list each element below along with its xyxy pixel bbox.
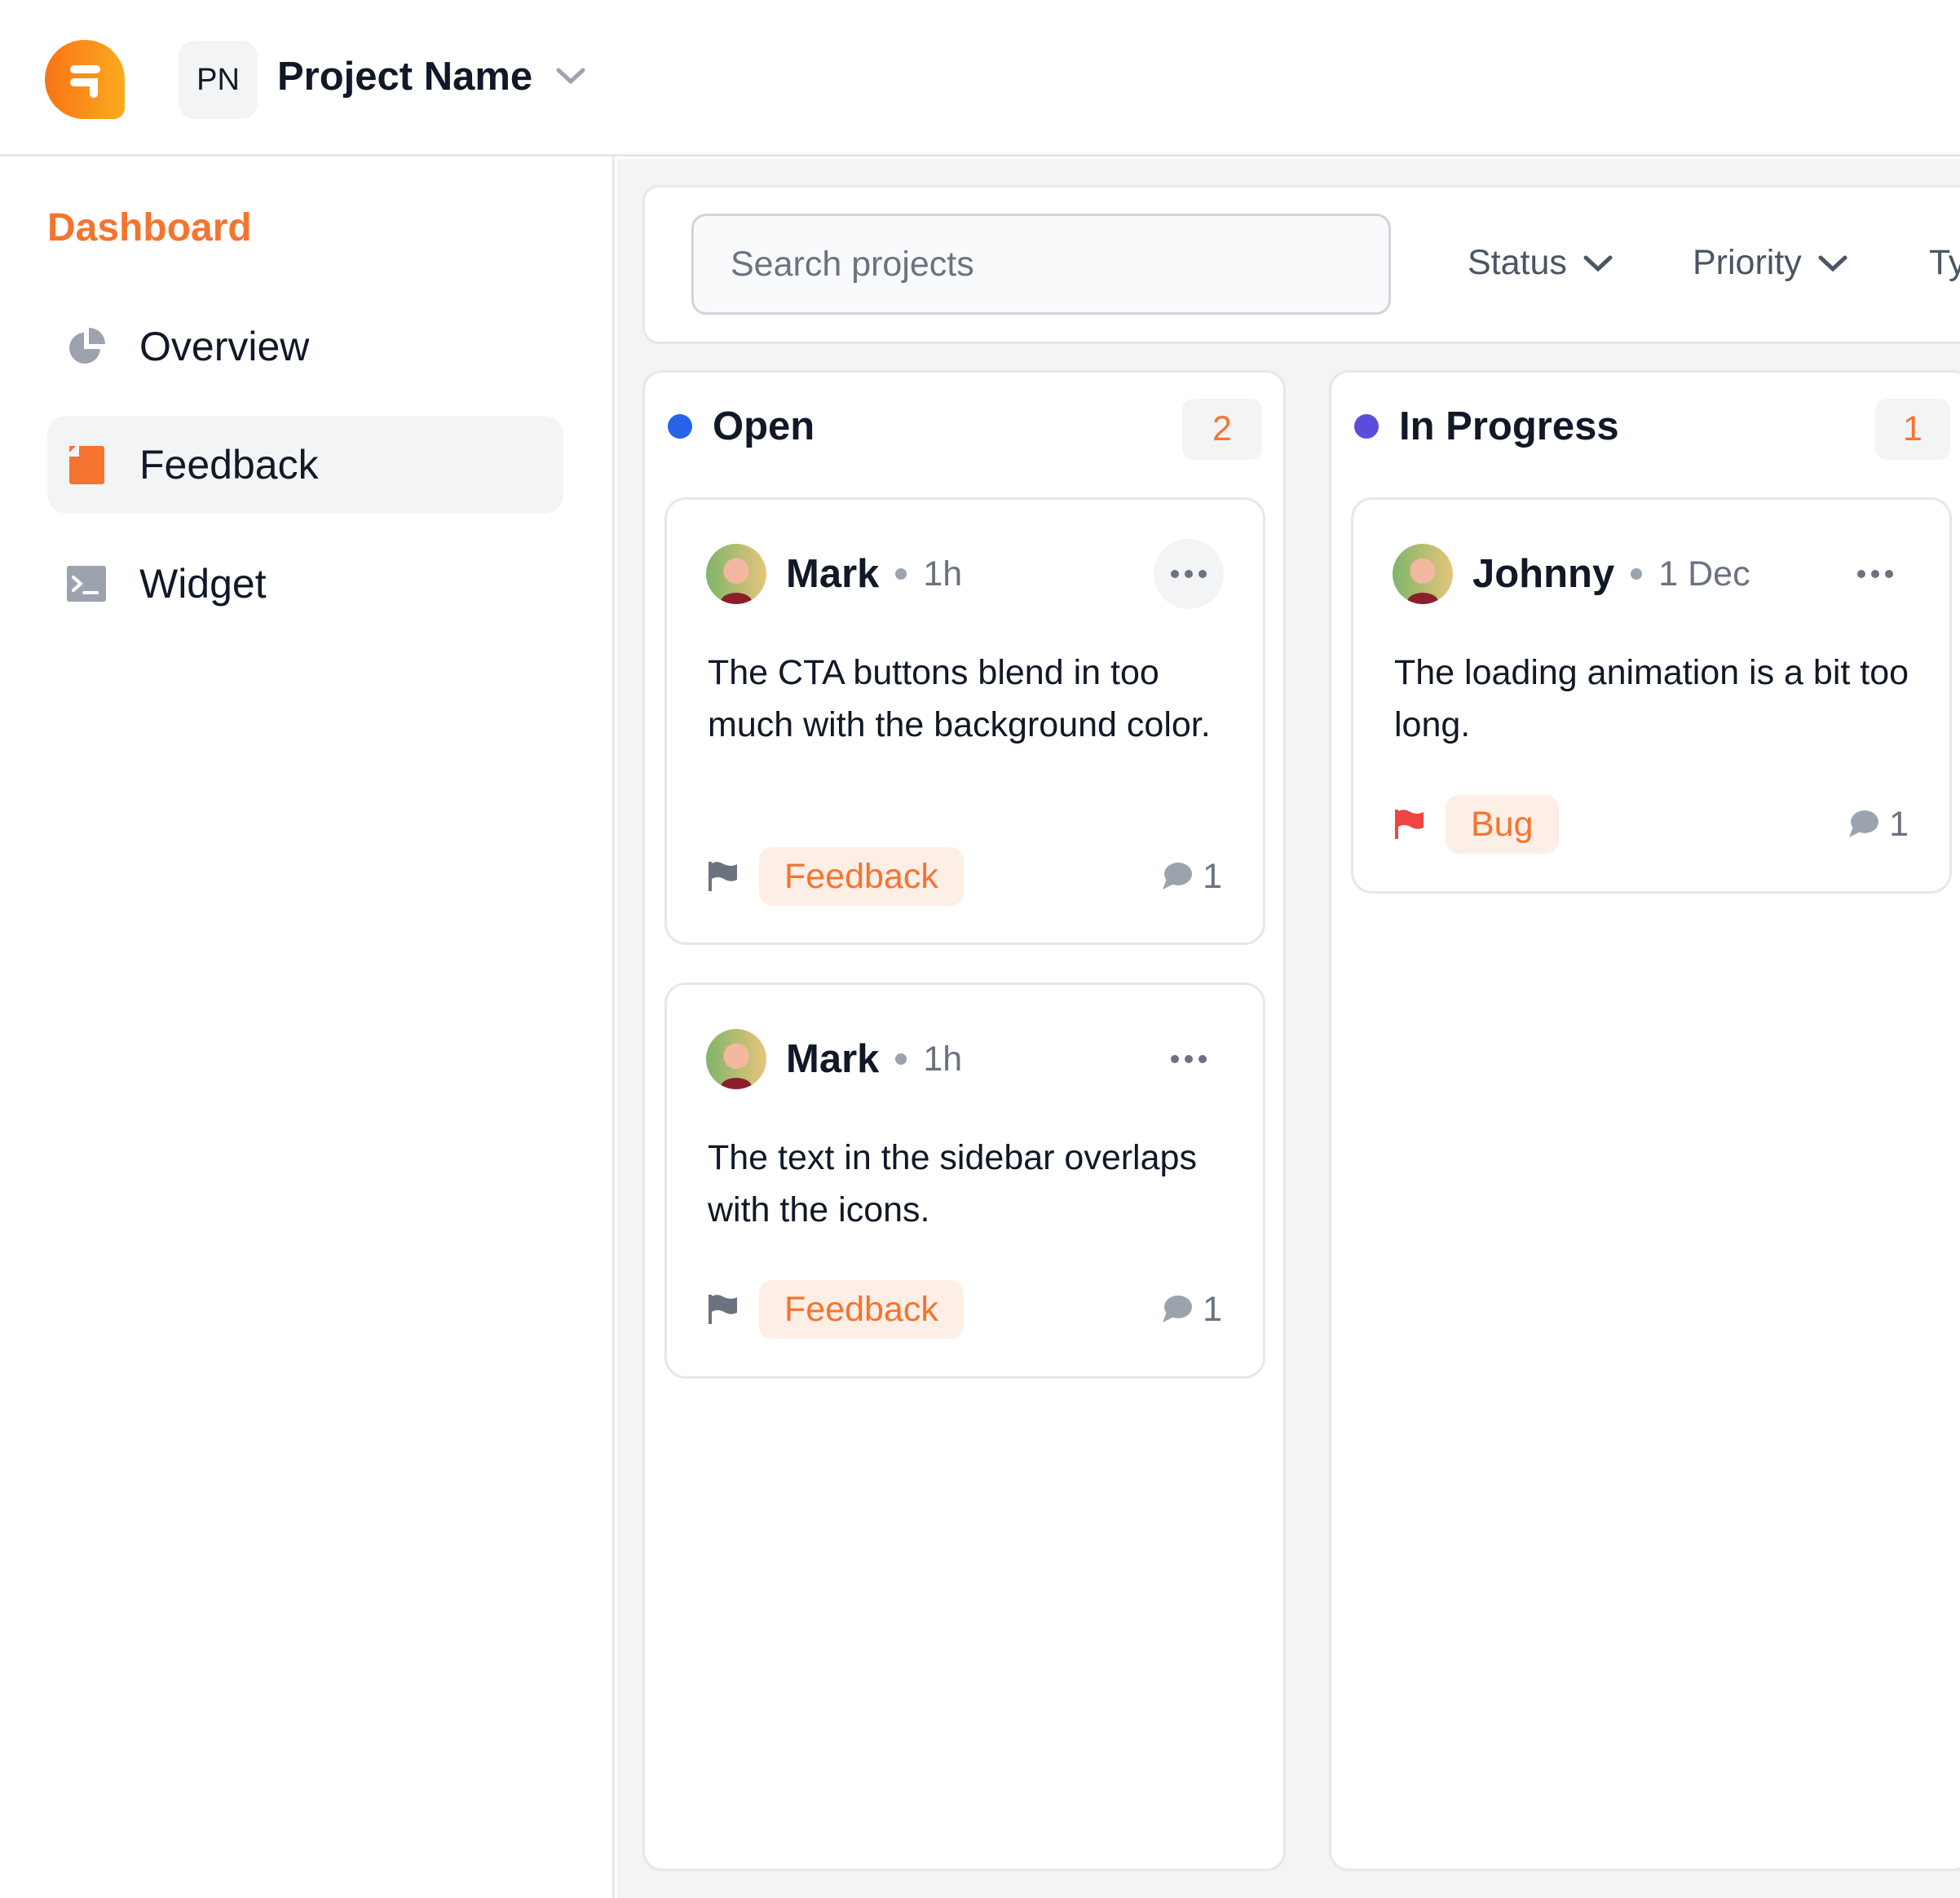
user-name: Johnny xyxy=(1472,552,1615,596)
comment-count[interactable]: 1 xyxy=(1847,805,1909,845)
avatar xyxy=(1393,544,1453,604)
project-name[interactable]: Project Name xyxy=(277,54,532,99)
filter-label: Priority xyxy=(1693,243,1802,282)
status-dot xyxy=(1354,414,1379,439)
chevron-down-icon xyxy=(1818,255,1847,271)
document-icon xyxy=(69,446,104,484)
timestamp: 1h xyxy=(923,1039,963,1079)
comment-count-value: 1 xyxy=(1203,1289,1222,1329)
comment-icon xyxy=(1849,810,1879,837)
tag-badge[interactable]: Feedback xyxy=(759,1280,964,1339)
comment-count[interactable]: 1 xyxy=(1160,1290,1222,1330)
more-options-button[interactable] xyxy=(1840,539,1910,609)
avatar xyxy=(706,544,766,604)
terminal-icon xyxy=(67,566,106,602)
comment-count-value: 1 xyxy=(1889,804,1909,844)
card-text: The text in the sidebar overlaps with th… xyxy=(708,1138,1197,1229)
status-dot xyxy=(668,414,692,439)
sidebar-item-feedback[interactable]: Feedback xyxy=(47,416,563,514)
feedback-card[interactable]: Mark 1h The CTA buttons blend in too much… xyxy=(664,497,1265,945)
avatar xyxy=(706,1029,766,1089)
flag-icon[interactable] xyxy=(1394,808,1425,841)
sidebar-item-widget[interactable]: Widget xyxy=(47,535,563,633)
timestamp: 1 Dec xyxy=(1658,554,1750,594)
app-logo[interactable] xyxy=(45,40,125,119)
more-options-button[interactable] xyxy=(1154,1024,1224,1094)
comment-icon xyxy=(1163,1295,1193,1322)
column-in-progress: In Progress 1 Johnny 1 Dec The loading an… xyxy=(1329,370,1960,1871)
search-input[interactable] xyxy=(691,214,1391,315)
type-filter[interactable]: Ty xyxy=(1929,243,1960,283)
top-bar: PN Project Name xyxy=(0,0,1960,157)
sidebar-item-label: Widget xyxy=(139,561,267,607)
user-name: Mark xyxy=(786,552,880,596)
filter-label: Ty xyxy=(1929,243,1960,282)
timestamp: 1h xyxy=(923,554,963,594)
priority-filter[interactable]: Priority xyxy=(1693,243,1849,283)
status-filter[interactable]: Status xyxy=(1468,243,1614,283)
column-header: In Progress 1 xyxy=(1331,373,1960,480)
count-badge: 1 xyxy=(1875,399,1950,460)
sidebar-section-title: Dashboard xyxy=(47,206,252,249)
user-name: Mark xyxy=(786,1037,880,1081)
column-header: Open 2 xyxy=(645,373,1283,480)
more-options-button[interactable] xyxy=(1154,539,1224,609)
flag-icon[interactable] xyxy=(708,860,739,893)
comment-count[interactable]: 1 xyxy=(1160,857,1222,897)
filter-label: Status xyxy=(1468,243,1567,282)
tag-badge[interactable]: Bug xyxy=(1446,795,1559,854)
sidebar-item-overview[interactable]: Overview xyxy=(47,298,563,395)
column-title: Open xyxy=(713,404,815,448)
pie-chart-icon xyxy=(69,328,105,364)
chevron-down-icon xyxy=(1583,255,1613,271)
column-title: In Progress xyxy=(1399,404,1619,448)
tag-badge[interactable]: Feedback xyxy=(759,847,964,906)
feedback-card[interactable]: Mark 1h The text in the sidebar overlaps … xyxy=(664,982,1265,1379)
sidebar-item-label: Feedback xyxy=(139,442,319,488)
count-badge: 2 xyxy=(1182,399,1262,460)
feedback-card[interactable]: Johnny 1 Dec The loading animation is a b… xyxy=(1351,497,1952,894)
project-avatar[interactable]: PN xyxy=(179,41,258,119)
flag-icon[interactable] xyxy=(708,1293,739,1326)
card-text: The loading animation is a bit too long. xyxy=(1394,653,1909,744)
sidebar-item-label: Overview xyxy=(139,324,310,369)
card-text: The CTA buttons blend in too much with t… xyxy=(708,653,1211,744)
comment-icon xyxy=(1163,863,1193,889)
column-open: Open 2 Mark 1h The CTA buttons blend in t… xyxy=(642,370,1286,1871)
chevron-down-icon[interactable] xyxy=(554,64,587,88)
comment-count-value: 1 xyxy=(1203,856,1222,896)
